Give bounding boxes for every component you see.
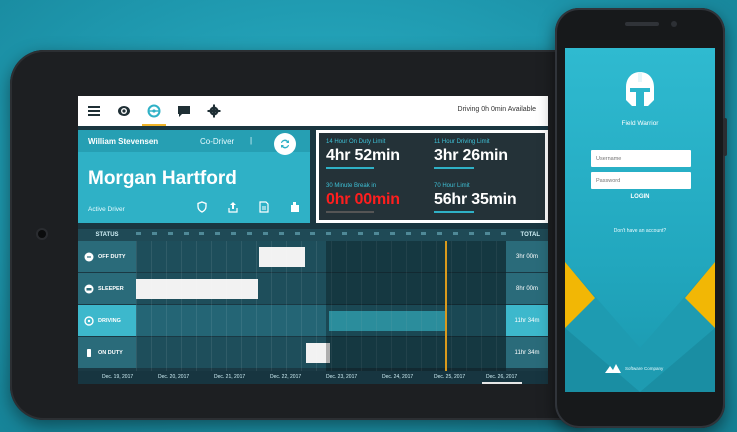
username-field[interactable]	[591, 150, 691, 167]
row-label-text: ON DUTY	[98, 349, 123, 356]
phone-screen: Field Warrior LOGIN Don't have an accoun…	[565, 48, 715, 392]
row-label-text: OFF DUTY	[98, 253, 126, 260]
availability-status: Driving 0h 0min Available	[457, 106, 536, 113]
limits-inner: 14 Hour On Duty Limit 4hr 52min 11 Hour …	[319, 133, 545, 220]
row-driving[interactable]: DRIVING 11hr 34m	[78, 305, 548, 337]
brand-footer: Software Company	[605, 363, 663, 373]
date-label[interactable]: Dec. 26, 2017	[486, 374, 517, 380]
limit-value: 56hr 35min	[434, 191, 517, 208]
menu-icon[interactable]	[86, 103, 102, 119]
date-label[interactable]: Dec. 21, 2017	[214, 374, 245, 380]
row-label: ON DUTY	[78, 337, 136, 368]
document-icon[interactable]	[256, 200, 272, 214]
selected-date-indicator	[482, 382, 522, 384]
limit-label: 14 Hour On Duty Limit	[326, 139, 386, 145]
grid-rows: OFF DUTY 3hr 00m SLEEPER 8hr 00m DRIVING…	[78, 241, 548, 371]
status-segment	[259, 247, 305, 267]
login-button[interactable]: LOGIN	[565, 194, 715, 200]
tablet-screen: Driving 0h 0min Available William Steven…	[78, 96, 548, 384]
grid-header: STATUS TOTAL	[78, 229, 548, 241]
eye-icon[interactable]	[116, 103, 132, 119]
limit-on-duty: 14 Hour On Duty Limit 4hr 52min	[326, 139, 434, 169]
limit-break: 30 Minute Break in 0hr 00min	[326, 183, 434, 213]
driver-card: William Stevensen Co-Driver | Morgan Har…	[78, 130, 310, 223]
codriver-label[interactable]: Co-Driver	[200, 137, 234, 146]
row-total: 3hr 00m	[506, 241, 548, 272]
row-off-duty[interactable]: OFF DUTY 3hr 00m	[78, 241, 548, 273]
log-grid: STATUS TOTAL OFF DUTY 3hr 00m SLEEPER 8h…	[78, 229, 548, 384]
limits-panel: 14 Hour On Duty Limit 4hr 52min 11 Hour …	[316, 130, 548, 223]
phone-speaker	[625, 22, 659, 26]
hour-ticks	[136, 232, 506, 238]
swap-driver-button[interactable]	[274, 133, 296, 155]
chat-icon[interactable]	[176, 103, 192, 119]
date-label[interactable]: Dec. 24, 2017	[382, 374, 413, 380]
gear-icon[interactable]	[206, 103, 222, 119]
phone-device: Field Warrior LOGIN Don't have an accoun…	[555, 8, 727, 428]
row-total: 11hr 34m	[506, 305, 548, 336]
limit-bar	[434, 211, 474, 213]
row-label: DRIVING	[78, 305, 136, 336]
limit-bar	[434, 167, 474, 169]
row-label-text: SLEEPER	[98, 285, 124, 292]
limit-70-hour: 70 Hour Limit 56hr 35min	[434, 183, 542, 213]
driver-actions	[194, 200, 318, 214]
bed-icon	[83, 283, 94, 294]
limit-bar	[326, 211, 374, 213]
row-total: 8hr 00m	[506, 273, 548, 304]
helmet-logo-icon	[626, 72, 654, 106]
upload-icon[interactable]	[225, 200, 241, 214]
date-label[interactable]: Dec. 25, 2017	[434, 374, 465, 380]
shield-icon[interactable]	[194, 200, 210, 214]
limit-value: 0hr 00min	[326, 191, 400, 208]
row-total: 11hr 34m	[506, 337, 548, 368]
mountain-logo-icon	[605, 364, 621, 373]
date-label[interactable]: Dec. 19, 2017	[102, 374, 133, 380]
row-label: OFF DUTY	[78, 241, 136, 272]
limit-value: 3hr 26min	[434, 147, 508, 164]
swap-icon	[281, 139, 289, 149]
top-toolbar: Driving 0h 0min Available	[78, 96, 548, 126]
phone-icon	[83, 347, 94, 358]
steering-wheel-icon[interactable]	[142, 103, 166, 126]
date-label[interactable]: Dec. 22, 2017	[270, 374, 301, 380]
limit-driving: 11 Hour Driving Limit 3hr 26min	[434, 139, 542, 169]
status-segment	[136, 279, 258, 299]
row-label: SLEEPER	[78, 273, 136, 304]
row-label-text: DRIVING	[98, 317, 121, 324]
tablet-camera	[38, 230, 46, 238]
row-track	[136, 305, 506, 336]
codriver-separator: |	[250, 136, 253, 145]
limit-value: 4hr 52min	[326, 147, 400, 164]
row-on-duty[interactable]: ON DUTY 11hr 34m	[78, 337, 548, 369]
password-field[interactable]	[591, 172, 691, 189]
status-segment	[306, 343, 330, 363]
moon-icon	[83, 251, 94, 262]
status-header: STATUS	[95, 232, 119, 238]
current-time-line	[445, 241, 447, 371]
active-driver-label: Active Driver	[88, 206, 125, 213]
date-strip: Dec. 19, 2017 Dec. 20, 2017 Dec. 21, 201…	[78, 371, 548, 384]
date-label[interactable]: Dec. 23, 2017	[326, 374, 357, 380]
steering-wheel-icon	[83, 315, 94, 326]
row-track	[136, 337, 506, 368]
row-track	[136, 273, 506, 304]
active-driver-name: Morgan Hartford	[88, 168, 237, 189]
app-name: Field Warrior	[621, 120, 659, 127]
no-account-link[interactable]: Don't have an account?	[565, 228, 715, 234]
phone-side-button	[723, 118, 727, 156]
limit-bar	[326, 167, 374, 169]
limit-label: 11 Hour Driving Limit	[434, 139, 490, 145]
row-track	[136, 241, 506, 272]
phone-camera	[671, 21, 677, 27]
limit-label: 70 Hour Limit	[434, 183, 470, 189]
total-header: TOTAL	[520, 232, 540, 238]
row-sleeper[interactable]: SLEEPER 8hr 00m	[78, 273, 548, 305]
limit-label: 30 Minute Break in	[326, 183, 377, 189]
date-label[interactable]: Dec. 20, 2017	[158, 374, 189, 380]
inspection-icon[interactable]	[287, 200, 303, 214]
status-segment	[329, 311, 445, 331]
brand-name: Software Company	[625, 365, 664, 371]
